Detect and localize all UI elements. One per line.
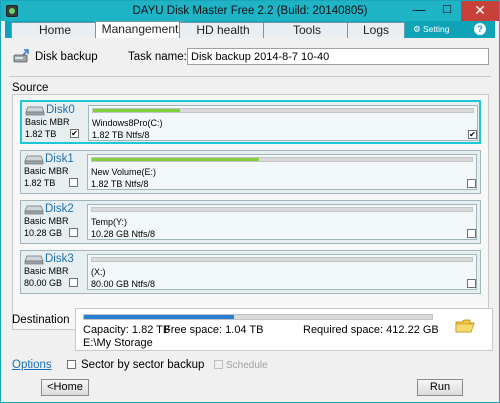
disk-row[interactable]: Disk2 Basic MBR 10.28 GB Temp(Y:) 10.28 GB N… [20,200,481,244]
destination-usage-bar [83,314,433,320]
divider [9,76,491,77]
disk-type: Basic MBR [24,266,69,276]
disk-row[interactable]: Disk3 Basic MBR 80.00 GB (X:) 80.00 GB Ntfs/… [20,250,481,294]
browse-folder-icon[interactable] [455,319,475,333]
hard-disk-icon [24,255,44,265]
hard-disk-icon [25,106,45,116]
disk-type: Basic MBR [24,166,69,176]
partition-block[interactable]: (X:) 80.00 GB Ntfs/8 [87,254,477,290]
setting-button[interactable]: ⚙ Setting [413,24,449,35]
disk-name: Disk0 [46,104,75,116]
run-button[interactable]: Run [417,379,463,396]
destination-path: E:\My Storage [83,337,153,349]
partition-name: (X:) [91,267,106,277]
source-disk-list[interactable]: Disk0 Basic MBR 1.82 TB ✔ Windows8Pro(C:) 1.8… [12,94,489,330]
task-name-input[interactable] [187,48,489,65]
partition-info: 10.28 GB Ntfs/8 [91,229,156,239]
disk-row[interactable]: Disk1 Basic MBR 1.82 TB New Volume(E:) 1.82 … [20,150,481,194]
schedule-checkbox[interactable] [214,360,223,369]
hard-disk-icon [24,155,44,165]
partition-info: 1.82 TB Ntfs/8 [92,130,150,140]
partition-usage-bar [91,257,473,262]
partition-usage-bar [91,207,473,212]
title-bar[interactable]: DAYU Disk Master Free 2.2 (Build: 201408… [1,1,499,21]
disk-row[interactable]: Disk0 Basic MBR 1.82 TB ✔ Windows8Pro(C:) 1.8… [20,100,481,144]
sector-by-sector-label: Sector by sector backup [81,359,205,371]
partition-checkbox[interactable] [467,229,476,238]
management-panel: Disk backup Task name: Source Disk0Basic… [5,38,495,400]
disk-size: 1.82 TB [25,129,57,139]
disk-size: 80.00 GB [24,278,63,288]
destination-usage-fill [84,315,234,319]
disk-checkbox[interactable] [69,278,78,287]
disk-name: Disk1 [45,153,74,165]
disk-info: Disk0 Basic MBR 1.82 TB ✔ [24,104,84,142]
partition-block[interactable]: New Volume(E:) 1.82 TB Ntfs/8 [87,154,477,190]
partition-name: Temp(Y:) [91,217,128,227]
close-button[interactable]: ✕ [461,1,499,21]
tab-tools[interactable]: Tools [263,22,351,38]
disk-size: 10.28 GB [24,228,63,238]
partition-name: New Volume(E:) [91,167,157,177]
maximize-button[interactable]: ☐ [433,1,461,21]
disk-name: Disk3 [45,253,74,265]
partition-checkbox[interactable] [467,279,476,288]
disk-checkbox[interactable] [69,178,78,187]
task-title: Disk backup [35,51,98,63]
partition-info: 1.82 TB Ntfs/8 [91,179,149,189]
destination-required-space: Required space: 412.22 GB [303,324,439,336]
sector-by-sector-checkbox[interactable] [67,360,76,369]
tab-home[interactable]: Home [11,22,99,38]
app-window: DAYU Disk Master Free 2.2 (Build: 201408… [0,0,500,403]
partition-usage-fill [92,158,260,161]
disk-size: 1.82 TB [24,178,56,188]
partition-block[interactable]: Temp(Y:) 10.28 GB Ntfs/8 [87,204,477,240]
disk-info: Disk3 Basic MBR 80.00 GB [23,253,83,291]
partition-usage-bar [92,108,474,113]
partition-usage-fill [93,109,181,112]
source-label: Source [12,82,49,94]
schedule-label: Schedule [226,360,268,371]
task-name-label: Task name: [128,51,187,63]
disk-info: Disk2 Basic MBR 10.28 GB [23,203,83,241]
partition-checkbox[interactable]: ✔ [468,130,477,139]
destination-capacity: Capacity: 1.82 TB [83,324,171,336]
disk-checkbox[interactable] [69,228,78,237]
disk-info: Disk1 Basic MBR 1.82 TB [23,153,83,191]
disk-checkbox[interactable]: ✔ [70,129,79,138]
partition-info: 80.00 GB Ntfs/8 [91,279,156,289]
hard-disk-icon [24,205,44,215]
options-link[interactable]: Options [12,359,52,371]
partition-block[interactable]: Windows8Pro(C:) 1.82 TB Ntfs/8 ✔ [88,105,478,141]
tab-hd-health[interactable]: HD health [179,22,267,38]
destination-label: Destination [12,314,70,326]
minimize-button[interactable]: — [405,1,433,21]
destination-panel[interactable]: Capacity: 1.82 TB Free space: 1.04 TB Re… [75,308,493,351]
help-icon[interactable]: ? [474,23,486,35]
disk-name: Disk2 [45,203,74,215]
tab-logs[interactable]: Logs [347,22,405,38]
partition-checkbox[interactable] [467,179,476,188]
partition-usage-bar [91,157,473,162]
main-tab-bar: Home Manangement HD health Tools Logs ⚙ … [5,21,495,38]
partition-name: Windows8Pro(C:) [92,118,163,128]
disk-backup-icon [13,49,29,63]
home-button[interactable]: <Home [41,379,89,396]
disk-type: Basic MBR [24,216,69,226]
destination-free-space: Free space: 1.04 TB [164,324,264,336]
disk-type: Basic MBR [25,117,70,127]
tab-management[interactable]: Manangement [95,21,185,38]
